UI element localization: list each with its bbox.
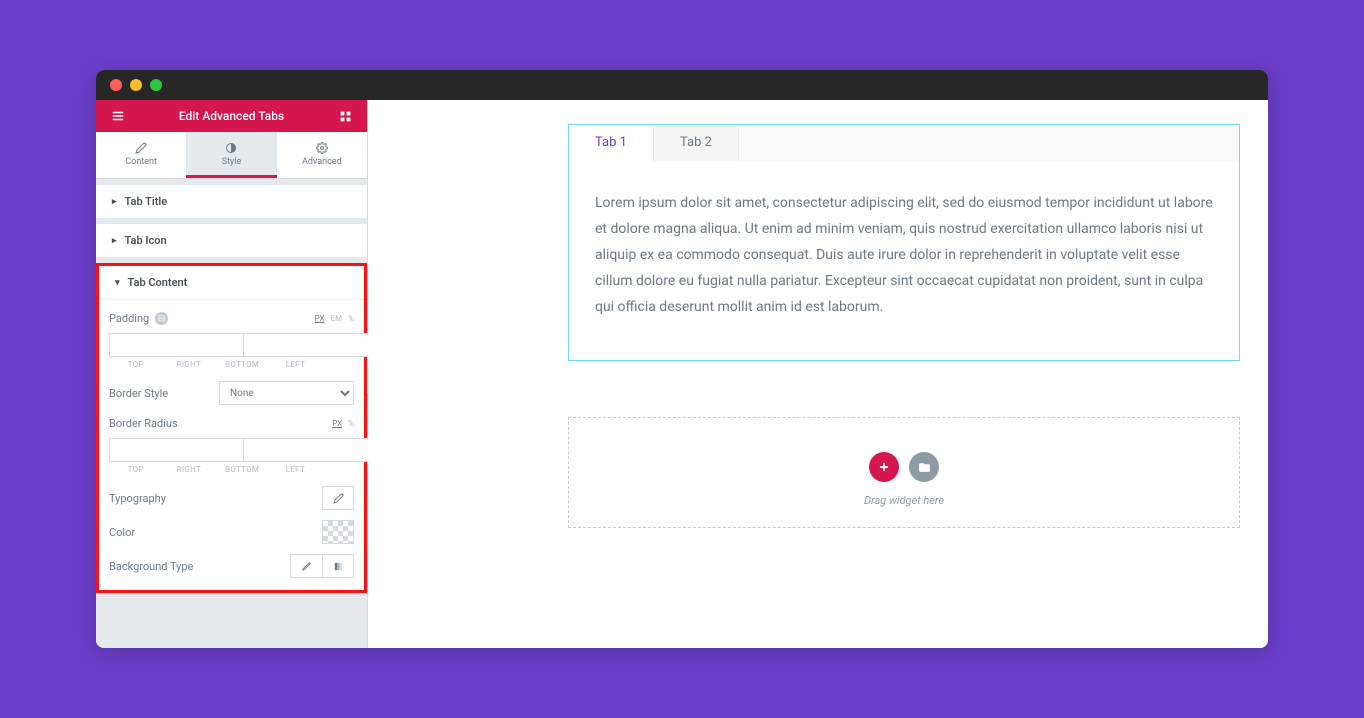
bg-type-gradient-button[interactable] xyxy=(322,554,354,578)
padding-units: PX EM % xyxy=(315,314,354,323)
padding-left-label: LEFT xyxy=(269,360,322,369)
radius-top-input[interactable] xyxy=(109,438,243,462)
padding-top-input[interactable] xyxy=(109,333,243,357)
color-swatch[interactable] xyxy=(322,520,354,544)
section-tab-icon[interactable]: ▸ Tab Icon xyxy=(96,224,367,257)
section-tab-icon-label: Tab Icon xyxy=(125,234,167,247)
section-tab-content[interactable]: ▾ Tab Content xyxy=(99,266,364,300)
typography-label: Typography xyxy=(109,492,166,505)
border-radius-label: Border Radius xyxy=(109,417,178,430)
padding-bottom-label: BOTTOM xyxy=(216,360,269,369)
widget-tab-headers: Tab 1 Tab 2 xyxy=(569,125,1239,161)
unit-pct[interactable]: % xyxy=(348,314,354,323)
add-section-button[interactable] xyxy=(869,452,899,482)
sidebar-header: Edit Advanced Tabs xyxy=(96,100,367,132)
dropzone-buttons xyxy=(569,452,1239,482)
background-type-toggle xyxy=(290,554,354,578)
caret-right-icon: ▸ xyxy=(112,197,117,207)
section-tab-title-label: Tab Title xyxy=(125,195,168,208)
tab-style-label: Style xyxy=(222,157,242,167)
border-radius-control-header: Border Radius PX % xyxy=(109,417,354,430)
radius-top-label: TOP xyxy=(109,465,162,474)
border-style-select[interactable]: None xyxy=(219,381,354,405)
dropzone-text: Drag widget here xyxy=(569,494,1239,507)
editor-canvas: Tab 1 Tab 2 Lorem ipsum dolor sit amet, … xyxy=(368,100,1268,648)
widget-tab-content: Lorem ipsum dolor sit amet, consectetur … xyxy=(569,161,1239,360)
caret-down-icon: ▾ xyxy=(115,278,120,288)
radius-left-label: LEFT xyxy=(269,465,322,474)
template-library-button[interactable] xyxy=(909,452,939,482)
background-type-label: Background Type xyxy=(109,560,193,573)
border-radius-units: PX % xyxy=(332,419,354,428)
tab-advanced-label: Advanced xyxy=(302,157,342,167)
typography-row: Typography xyxy=(109,486,354,510)
border-radius-dim-labels: TOP RIGHT BOTTOM LEFT xyxy=(109,465,354,474)
padding-right-input[interactable] xyxy=(243,333,377,357)
typography-edit-button[interactable] xyxy=(322,486,354,510)
tab-advanced-panel[interactable]: Advanced xyxy=(277,132,367,178)
border-style-row: Border Style None xyxy=(109,381,354,405)
close-dot[interactable] xyxy=(110,79,122,91)
section-tab-content-label: Tab Content xyxy=(128,276,188,289)
padding-dim-labels: TOP RIGHT BOTTOM LEFT xyxy=(109,360,354,369)
unit-pct[interactable]: % xyxy=(348,419,354,428)
color-label: Color xyxy=(109,526,135,539)
tab-content-panel[interactable]: Content xyxy=(96,132,186,178)
border-radius-inputs xyxy=(109,438,354,462)
tab-content-panel-body: Padding ⊟ PX EM % xyxy=(99,300,364,590)
section-tab-title[interactable]: ▸ Tab Title xyxy=(96,185,367,218)
app-window: Edit Advanced Tabs Content Style xyxy=(96,70,1268,648)
widget-tab-1[interactable]: Tab 1 xyxy=(569,125,654,161)
background-type-row: Background Type xyxy=(109,554,354,578)
pencil-icon xyxy=(96,142,186,154)
window-titlebar xyxy=(96,70,1268,100)
advanced-tabs-widget[interactable]: Tab 1 Tab 2 Lorem ipsum dolor sit amet, … xyxy=(568,124,1240,361)
bg-type-classic-button[interactable] xyxy=(290,554,322,578)
minimize-dot[interactable] xyxy=(130,79,142,91)
padding-inputs xyxy=(109,333,354,357)
tab-style-panel[interactable]: Style xyxy=(186,132,276,178)
sidebar-tabs: Content Style Advanced xyxy=(96,132,367,179)
gear-icon xyxy=(277,142,367,154)
contrast-icon xyxy=(186,142,276,154)
unit-px[interactable]: PX xyxy=(332,419,342,428)
color-row: Color xyxy=(109,520,354,544)
radius-right-input[interactable] xyxy=(243,438,377,462)
widget-tab-2[interactable]: Tab 2 xyxy=(654,125,739,161)
padding-right-label: RIGHT xyxy=(162,360,215,369)
responsive-icon[interactable]: ⊟ xyxy=(155,312,168,325)
unit-em[interactable]: EM xyxy=(331,314,343,323)
padding-top-label: TOP xyxy=(109,360,162,369)
padding-control-header: Padding ⊟ PX EM % xyxy=(109,312,354,325)
radius-bottom-label: BOTTOM xyxy=(216,465,269,474)
border-style-label: Border Style xyxy=(109,387,219,400)
menu-icon[interactable] xyxy=(108,106,128,126)
apps-icon[interactable] xyxy=(335,106,355,126)
tab-content-label: Content xyxy=(125,157,157,167)
unit-px[interactable]: PX xyxy=(315,314,325,323)
highlighted-section: ▾ Tab Content Padding ⊟ PX EM % xyxy=(96,263,367,593)
app-body: Edit Advanced Tabs Content Style xyxy=(96,100,1268,648)
editor-sidebar: Edit Advanced Tabs Content Style xyxy=(96,100,368,648)
add-section-dropzone[interactable]: Drag widget here xyxy=(568,417,1240,528)
padding-label: Padding xyxy=(109,312,149,325)
sidebar-title: Edit Advanced Tabs xyxy=(128,109,335,123)
radius-right-label: RIGHT xyxy=(162,465,215,474)
caret-right-icon: ▸ xyxy=(112,236,117,246)
maximize-dot[interactable] xyxy=(150,79,162,91)
